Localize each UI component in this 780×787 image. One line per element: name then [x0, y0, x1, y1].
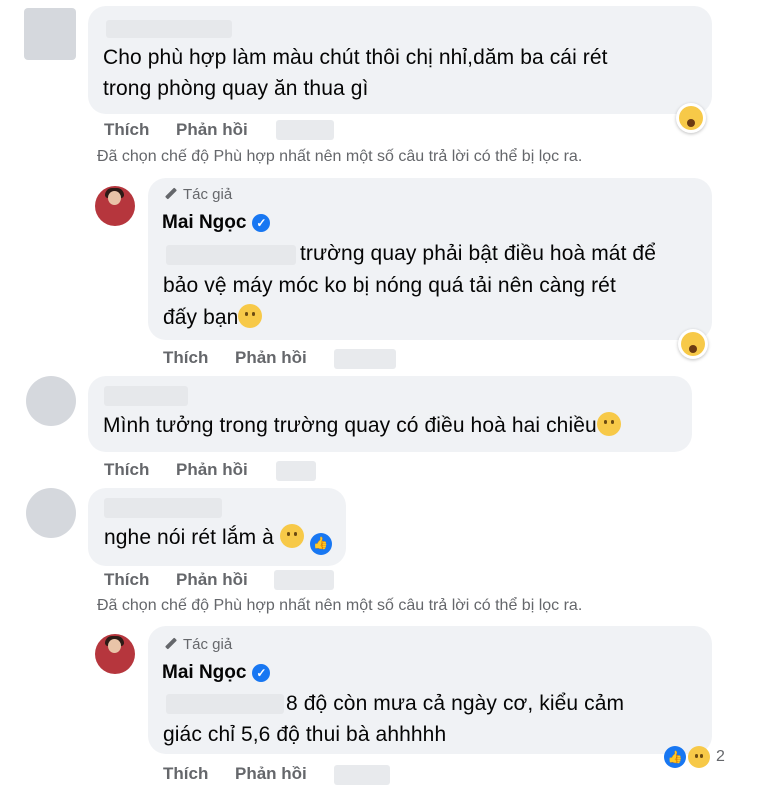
author-tag: Tác giả [164, 186, 232, 203]
comment-text: Mình tưởng trong trường quay có điều hoà… [103, 410, 621, 441]
comment-text: trường quay phải bật điều hoà mát để [300, 242, 656, 265]
crying-emoji-icon [279, 524, 304, 548]
pen-icon [164, 638, 178, 652]
commenter-name-blurred [106, 20, 232, 38]
comment-text-part: nghe nói rét lắm à [104, 526, 274, 549]
comment-text: 8 độ còn mưa cả ngày cơ, kiểu cảm [286, 692, 625, 715]
commenter-name-blurred [104, 386, 188, 406]
like-reaction-icon: 👍 [664, 746, 686, 768]
timestamp-blurred [274, 570, 334, 590]
like-button[interactable]: Thích [104, 570, 149, 590]
reply-button[interactable]: Phản hồi [176, 120, 248, 140]
pen-icon [164, 188, 178, 202]
avatar[interactable] [26, 376, 76, 426]
avatar[interactable] [24, 8, 76, 60]
like-button[interactable]: Thích [163, 348, 208, 368]
avatar[interactable] [95, 186, 135, 226]
comment-text: bảo vệ máy móc ko bị nóng quá tải nên cà… [163, 274, 616, 297]
author-name-label: Mai Ngọc [162, 212, 247, 233]
filter-notice: Đã chọn chế độ Phù hợp nhất nên một số c… [97, 597, 583, 614]
reply-button[interactable]: Phản hồi [176, 570, 248, 590]
author-tag-label: Tác giả [183, 636, 233, 653]
commenter-name-blurred [104, 498, 222, 518]
comment-text: Cho phù hợp làm màu chút thôi chị nhỉ,dă… [103, 46, 608, 69]
comment-text: trong phòng quay ăn thua gì [103, 77, 369, 100]
avatar[interactable] [95, 634, 135, 674]
reaction-summary[interactable]: 👍 2 [664, 746, 725, 768]
sad-reaction-icon [688, 746, 710, 768]
care-icon[interactable] [678, 329, 708, 359]
comment-text-part: Mình tưởng trong trường quay có điều hoà… [103, 414, 597, 437]
reply-button[interactable]: Phản hồi [176, 460, 248, 480]
author-name-label: Mai Ngọc [162, 662, 247, 683]
timestamp-blurred [334, 765, 390, 785]
redacted-text [166, 694, 284, 714]
verified-badge-icon: ✓ [252, 664, 271, 682]
filter-notice: Đã chọn chế độ Phù hợp nhất nên một số c… [97, 148, 583, 165]
comment-text-part: đấy bạn [163, 306, 239, 329]
timestamp-blurred [276, 120, 334, 140]
comment-text: đấy bạn [163, 302, 263, 333]
timestamp-blurred [334, 349, 396, 369]
sad-emoji-icon [596, 412, 621, 436]
reply-button[interactable]: Phản hồi [235, 348, 307, 368]
author-tag: Tác giả [164, 636, 232, 653]
wink-emoji-icon [238, 304, 263, 328]
like-button[interactable]: Thích [104, 460, 149, 480]
reply-button[interactable]: Phản hồi [235, 764, 307, 784]
author-name[interactable]: Mai Ngọc ✓ [162, 212, 271, 234]
like-reaction-icon[interactable]: 👍 [309, 532, 332, 555]
avatar[interactable] [26, 488, 76, 538]
reaction-count: 2 [716, 748, 725, 765]
author-tag-label: Tác giả [183, 186, 233, 203]
redacted-text [166, 245, 296, 265]
like-button[interactable]: Thích [104, 120, 149, 140]
timestamp-blurred [276, 461, 316, 481]
comment-text: nghe nói rét lắm à 👍 [104, 522, 332, 555]
comment-text: giác chỉ 5,6 độ thui bà ahhhhh [163, 723, 447, 746]
author-name[interactable]: Mai Ngọc ✓ [162, 662, 271, 684]
verified-badge-icon: ✓ [252, 214, 271, 232]
like-button[interactable]: Thích [163, 764, 208, 784]
wow-icon[interactable] [676, 103, 706, 133]
